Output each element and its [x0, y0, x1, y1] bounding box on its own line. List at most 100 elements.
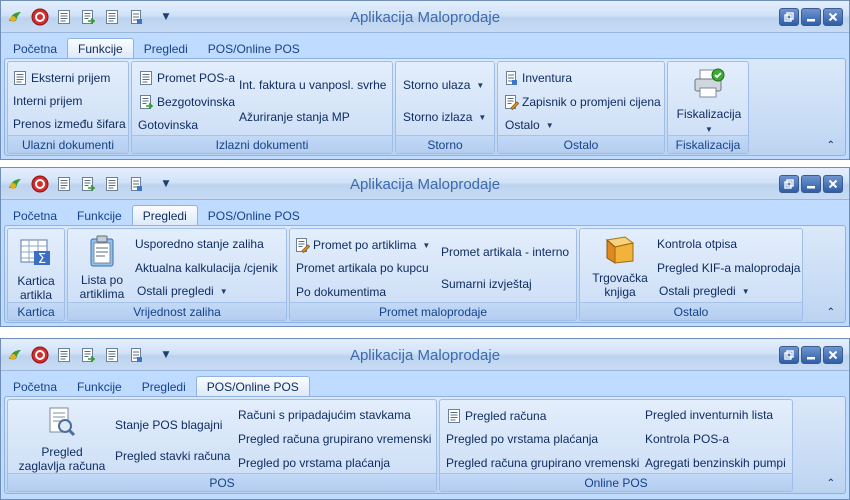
promet-po-artiklima-dropdown[interactable]: Promet po artiklima ▼: [294, 237, 430, 253]
racuni-stavke-button[interactable]: Računi s pripadajućim stavkama: [238, 408, 411, 422]
zapisnik-cijena-button[interactable]: Zapisnik o promjeni cijena: [503, 94, 661, 110]
ostalo-dropdown[interactable]: Ostalo ▼: [505, 118, 554, 132]
collapse-ribbon-icon[interactable]: ⌃: [827, 140, 835, 151]
int-faktura-button[interactable]: Int. faktura u vanposl. svrhe: [239, 78, 386, 92]
inventura-button[interactable]: Inventura: [503, 70, 572, 86]
pregled-racuna-button[interactable]: Pregled računa: [446, 408, 546, 424]
vrste-placanja-button[interactable]: Pregled po vrstama plaćanja: [238, 456, 390, 470]
qat-dropdown-icon[interactable]: ▼: [157, 345, 175, 365]
document-icon: [12, 70, 28, 86]
grupirano-vremenski-button[interactable]: Pregled računa grupirano vremenski: [238, 432, 431, 446]
quick-access-toolbar: ▼: [5, 173, 175, 195]
qat-dropdown-icon[interactable]: ▼: [157, 174, 175, 194]
trgovacka-knjiga-button[interactable]: Trgovačka knjiga: [584, 235, 656, 299]
red-circle-icon[interactable]: [29, 345, 51, 365]
group-label: Fiskalizacija: [668, 135, 748, 153]
tab-pos-online[interactable]: POS/Online POS: [198, 38, 310, 59]
document-export-icon[interactable]: [77, 7, 99, 27]
document-settings-icon[interactable]: [125, 7, 147, 27]
clipboard-icon: [89, 235, 115, 270]
fiskalizacija-button[interactable]: Fiskalizacija ▼: [672, 68, 746, 137]
window-funkcije: ▼ Aplikacija Maloprodaje Početna Funkcij…: [0, 0, 850, 160]
document-settings-icon[interactable]: [125, 174, 147, 194]
sumarni-izvjestaj-button[interactable]: Sumarni izvještaj: [441, 277, 532, 291]
minimize-icon[interactable]: [801, 346, 821, 364]
document-icon[interactable]: [53, 7, 75, 27]
pregled-zaglavlja-button[interactable]: Pregled zaglavlja računa: [12, 406, 112, 473]
document-list-icon[interactable]: [101, 345, 123, 365]
pregled-stavki-button[interactable]: Pregled stavki računa: [115, 449, 230, 463]
kontrola-pos-button[interactable]: Kontrola POS-a: [645, 432, 729, 446]
tab-funkcije[interactable]: Funkcije: [67, 205, 132, 226]
ostali-pregledi-dropdown[interactable]: Ostali pregledi ▼: [137, 284, 228, 298]
red-circle-icon[interactable]: [29, 174, 51, 194]
restore-icon[interactable]: [779, 8, 799, 26]
document-export-icon[interactable]: [77, 345, 99, 365]
tab-pos-online[interactable]: POS/Online POS: [198, 205, 310, 226]
tab-pocetna[interactable]: Početna: [3, 38, 67, 59]
kontrola-otpisa-button[interactable]: Kontrola otpisa: [657, 237, 737, 251]
promet-pos-button[interactable]: Promet POS-a: [138, 70, 235, 86]
restore-icon[interactable]: [779, 175, 799, 193]
document-settings-icon[interactable]: [125, 345, 147, 365]
document-icon[interactable]: [53, 174, 75, 194]
usporedno-stanje-button[interactable]: Usporedno stanje zaliha: [135, 237, 264, 251]
minimize-icon[interactable]: [801, 175, 821, 193]
tab-pocetna[interactable]: Početna: [3, 205, 67, 226]
collapse-ribbon-icon[interactable]: ⌃: [827, 307, 835, 318]
ostali-pregledi-dropdown[interactable]: Ostali pregledi ▼: [659, 284, 750, 298]
app-logo-icon[interactable]: [5, 345, 27, 365]
close-icon[interactable]: [823, 8, 843, 26]
eksterni-prijem-button[interactable]: Eksterni prijem: [12, 70, 110, 86]
agregati-pumpi-button[interactable]: Agregati benzinskih pumpi: [645, 456, 786, 470]
ribbon-panel: Σ Kartica artikla Kartica Lista po artik…: [4, 225, 846, 323]
qat-dropdown-icon[interactable]: ▼: [157, 7, 175, 27]
tab-funkcije[interactable]: Funkcije: [67, 38, 134, 59]
document-list-icon[interactable]: [101, 7, 123, 27]
online-grupirano-button[interactable]: Pregled računa grupirano vremenski: [446, 456, 639, 470]
app-logo-icon[interactable]: [5, 174, 27, 194]
stanje-pos-blagajni-button[interactable]: Stanje POS blagajni: [115, 418, 222, 432]
tab-pos-online[interactable]: POS/Online POS: [195, 376, 310, 397]
interni-prijem-button[interactable]: Interni prijem: [13, 94, 82, 108]
promet-po-kupcu-button[interactable]: Promet artikala po kupcu: [296, 261, 429, 275]
online-vrste-placanja-button[interactable]: Pregled po vrstama plaćanja: [446, 432, 598, 446]
restore-icon[interactable]: [779, 346, 799, 364]
document-icon[interactable]: [53, 345, 75, 365]
gotovinska-button[interactable]: Gotovinska: [138, 118, 198, 132]
pregled-kif-button[interactable]: Pregled KIF-a maloprodaja: [657, 261, 800, 275]
tab-pocetna[interactable]: Početna: [3, 376, 67, 397]
tab-funkcije[interactable]: Funkcije: [67, 376, 132, 397]
minimize-icon[interactable]: [801, 8, 821, 26]
tab-pregledi[interactable]: Pregledi: [132, 376, 196, 397]
chevron-down-icon: ▼: [422, 240, 431, 250]
kartica-artikla-button[interactable]: Σ Kartica artikla: [10, 239, 62, 302]
group-label: Promet maloprodaje: [290, 302, 576, 320]
red-circle-icon[interactable]: [29, 7, 51, 27]
document-list-icon[interactable]: [101, 174, 123, 194]
collapse-ribbon-icon[interactable]: ⌃: [827, 478, 835, 489]
group-label: Vrijednost zaliha: [68, 302, 286, 320]
close-icon[interactable]: [823, 346, 843, 364]
close-icon[interactable]: [823, 175, 843, 193]
storno-izlaza-dropdown[interactable]: Storno izlaza ▼: [403, 110, 486, 124]
title-bar: ▼ Aplikacija Maloprodaje: [1, 1, 849, 33]
document-export-icon[interactable]: [77, 174, 99, 194]
window-controls: [777, 8, 843, 26]
aktualna-kalkulacija-button[interactable]: Aktualna kalkulacija /cjenik: [135, 261, 278, 275]
po-dokumentima-button[interactable]: Po dokumentima: [296, 285, 386, 299]
tab-pregledi[interactable]: Pregledi: [131, 205, 198, 226]
storno-ulaza-dropdown[interactable]: Storno ulaza ▼: [403, 78, 484, 92]
inventurnih-lista-button[interactable]: Pregled inventurnih lista: [645, 408, 773, 422]
document-icon: [138, 70, 154, 86]
group-izlazni-dokumenti: Promet POS-a Bezgotovinska Gotovinska In…: [131, 61, 393, 154]
book-icon: [604, 235, 636, 268]
azuriranje-stanja-button[interactable]: Ažuriranje stanja MP: [239, 110, 350, 124]
group-vrijednost-zaliha: Lista po artiklima Usporedno stanje zali…: [67, 228, 287, 321]
promet-interno-button[interactable]: Promet artikala - interno: [441, 245, 569, 259]
tab-pregledi[interactable]: Pregledi: [134, 38, 198, 59]
app-logo-icon[interactable]: [5, 7, 27, 27]
lista-po-artiklima-button[interactable]: Lista po artiklima: [72, 235, 132, 301]
bezgotovinska-button[interactable]: Bezgotovinska: [138, 94, 235, 110]
prenos-sifara-button[interactable]: Prenos između šifara: [13, 117, 126, 131]
